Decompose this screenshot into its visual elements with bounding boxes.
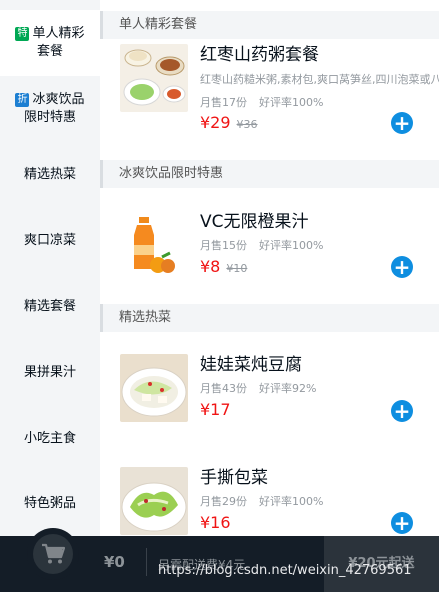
sidebar-item-set-meals[interactable]: 精选套餐 <box>0 274 100 340</box>
food-name: 娃娃菜炖豆腐 <box>200 355 302 375</box>
food-name: VC无限橙果汁 <box>200 212 309 232</box>
food-description: 红枣山药糙米粥,素材包,爽口莴笋丝,四川泡菜或八宝酱菜,配送 <box>200 73 439 86</box>
food-name: 红枣山药粥套餐 <box>200 45 319 65</box>
sidebar-item-snacks[interactable]: 小吃主食 <box>0 406 100 472</box>
food-sales: 月售15份 <box>200 239 247 252</box>
food-stats: 月售15份 好评率100% <box>200 237 323 253</box>
food-item[interactable]: 手撕包菜 月售29份 好评率100% ¥16 + <box>120 467 439 536</box>
add-to-cart-button[interactable]: + <box>391 400 413 422</box>
food-sales: 月售17份 <box>200 96 247 109</box>
food-sales: 月售29份 <box>200 495 247 508</box>
food-old-price: ¥36 <box>236 118 258 131</box>
sidebar-item-label: 精选热菜 <box>23 167 76 182</box>
food-price-row: ¥17 <box>200 400 231 419</box>
sidebar-item-cold-dishes[interactable]: 爽口凉菜 <box>0 208 100 274</box>
food-price: ¥8 <box>200 257 221 276</box>
discount-tag-icon: 折 <box>15 93 30 107</box>
sidebar-item-label: 爽口凉菜 <box>23 233 76 248</box>
sidebar-item-label: 单人精彩套餐 <box>32 26 85 59</box>
food-rating: 好评率92% <box>259 382 317 395</box>
food-sales: 月售43份 <box>200 382 247 395</box>
food-list: 单人精彩套餐 红枣山药粥套餐 红枣山药糙米粥,素材包,爽口莴笋丝,四川泡菜或八宝… <box>100 0 439 536</box>
sidebar-item-fruit-juice[interactable]: 果拼果汁 <box>0 340 100 406</box>
food-old-price: ¥10 <box>226 262 248 275</box>
sidebar-item-single-set[interactable]: 特单人精彩套餐 <box>0 10 100 76</box>
sidebar-item-label: 特色粥品 <box>23 496 76 511</box>
food-price-row: ¥29 ¥36 <box>200 113 258 132</box>
food-stats: 月售29份 好评率100% <box>200 493 323 509</box>
sidebar-item-porridge[interactable]: 特色粥品 <box>0 472 100 536</box>
food-image-cabbage-tofu <box>120 354 188 422</box>
food-price-row: ¥8 ¥10 <box>200 257 247 276</box>
cart-icon <box>33 534 73 574</box>
sidebar-item-drinks[interactable]: 折冰爽饮品限时特惠 <box>0 76 100 142</box>
special-tag-icon: 特 <box>15 27 30 41</box>
add-to-cart-button[interactable]: + <box>391 512 413 534</box>
food-rating: 好评率100% <box>259 96 324 109</box>
food-image-shredded-cabbage <box>120 467 188 535</box>
sidebar-item-label: 冰爽饮品限时特惠 <box>23 92 85 125</box>
food-rating: 好评率100% <box>259 495 324 508</box>
food-image-orange-juice <box>120 211 188 279</box>
sidebar-item-label: 果拼果汁 <box>23 365 76 380</box>
section-title: 精选热菜 <box>100 304 439 332</box>
food-stats: 月售17份 好评率100% <box>200 94 323 110</box>
food-image-porridge-set <box>120 44 188 112</box>
cart-logo[interactable] <box>27 528 79 580</box>
food-price: ¥29 <box>200 113 231 132</box>
cart-divider <box>146 548 147 576</box>
watermark-url: https://blog.csdn.net/weixin_42769561 <box>158 563 412 578</box>
cart-total-price: ¥0 <box>104 553 125 571</box>
sidebar-item-hot-dishes[interactable]: 精选热菜 <box>0 142 100 208</box>
food-price-row: ¥16 <box>200 513 231 532</box>
food-name: 手撕包菜 <box>200 468 268 488</box>
menu-sidebar: 特单人精彩套餐 折冰爽饮品限时特惠 精选热菜 爽口凉菜 精选套餐 果拼果汁 小吃… <box>0 0 100 536</box>
food-stats: 月售43份 好评率92% <box>200 380 316 396</box>
section-title: 冰爽饮品限时特惠 <box>100 160 439 188</box>
sidebar-item-label: 精选套餐 <box>23 299 76 314</box>
app: 特单人精彩套餐 折冰爽饮品限时特惠 精选热菜 爽口凉菜 精选套餐 果拼果汁 小吃… <box>0 0 439 592</box>
food-rating: 好评率100% <box>259 239 324 252</box>
food-item[interactable]: VC无限橙果汁 月售15份 好评率100% ¥8 ¥10 + <box>120 211 439 291</box>
food-price: ¥17 <box>200 400 231 419</box>
sidebar-item-label: 小吃主食 <box>23 431 76 446</box>
food-item[interactable]: 红枣山药粥套餐 红枣山药糙米粥,素材包,爽口莴笋丝,四川泡菜或八宝酱菜,配送 月… <box>120 44 439 144</box>
section-title: 单人精彩套餐 <box>100 11 439 39</box>
add-to-cart-button[interactable]: + <box>391 256 413 278</box>
food-item[interactable]: 娃娃菜炖豆腐 月售43份 好评率92% ¥17 + <box>120 354 439 434</box>
add-to-cart-button[interactable]: + <box>391 112 413 134</box>
food-price: ¥16 <box>200 513 231 532</box>
